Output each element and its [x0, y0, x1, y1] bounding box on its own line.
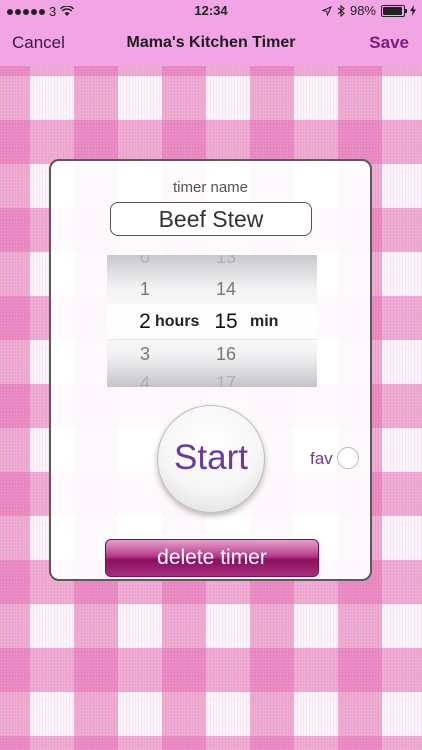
hour-option[interactable]: 4 [135, 373, 155, 387]
status-right: 98% [321, 3, 416, 18]
fav-toggle[interactable] [337, 447, 359, 469]
timer-card: timer name Beef Stew 0 13 1 14 2 hours 1… [49, 159, 372, 581]
navigation-bar: 3 12:34 98% Cancel Mama's Kitchen Timer … [0, 0, 422, 66]
save-button[interactable]: Save [369, 33, 409, 53]
hour-option[interactable]: 1 [135, 279, 155, 300]
hour-option[interactable]: 3 [135, 344, 155, 365]
location-arrow-icon [321, 5, 332, 16]
minutes-unit-label: min [250, 313, 279, 330]
timer-name-field[interactable]: Beef Stew [110, 202, 312, 236]
timer-name-label: timer name [172, 179, 249, 196]
hour-option[interactable]: 0 [135, 255, 155, 268]
minute-option[interactable]: 13 [211, 255, 241, 268]
bluetooth-icon [337, 4, 345, 17]
delete-timer-button[interactable]: delete timer [105, 539, 319, 577]
minute-option[interactable]: 17 [211, 373, 241, 387]
battery-icon [381, 4, 407, 17]
start-button[interactable]: Start [157, 405, 265, 513]
fav-label: fav [310, 449, 333, 468]
hours-unit-label: hours [155, 313, 200, 330]
status-bar: 3 12:34 98% [0, 0, 422, 22]
selected-hours[interactable]: 2 [135, 310, 155, 334]
charging-bolt-icon [410, 5, 416, 16]
minute-option[interactable]: 16 [211, 344, 241, 365]
minute-option[interactable]: 14 [211, 279, 241, 300]
duration-picker[interactable]: 0 13 1 14 2 hours 15 min 3 16 4 17 [107, 255, 317, 387]
page-title: Mama's Kitchen Timer [126, 34, 296, 51]
selected-minutes[interactable]: 15 [211, 310, 241, 334]
battery-percent: 98% [349, 3, 376, 18]
